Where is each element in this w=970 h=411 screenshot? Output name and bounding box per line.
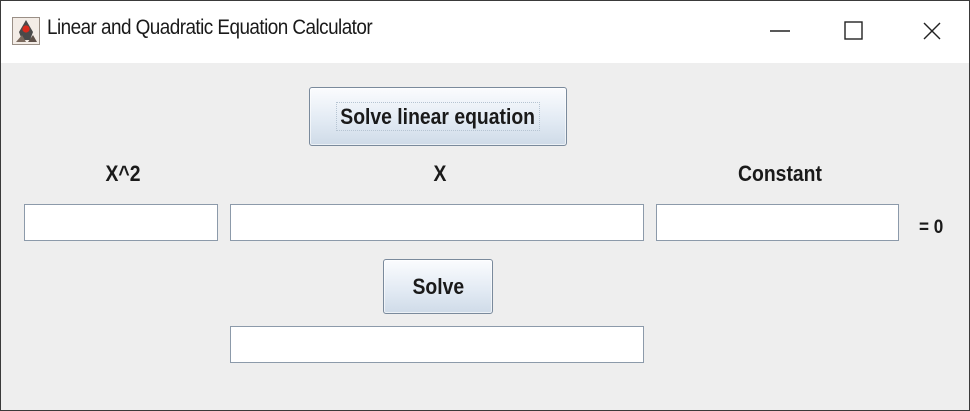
constant-input[interactable] — [656, 204, 899, 241]
x-coefficient-input[interactable] — [230, 204, 644, 241]
calculator-window: Linear and Quadratic Equation Calculator… — [0, 0, 970, 411]
solve-linear-equation-button[interactable]: Solve linear equation — [309, 87, 567, 146]
minimize-button[interactable] — [758, 13, 802, 49]
content-panel: Solve linear equation X^2 X Constant = 0… — [1, 63, 969, 410]
equals-zero-label: = 0 — [919, 217, 944, 238]
constant-label: Constant — [738, 161, 822, 186]
java-duke-icon — [12, 17, 40, 45]
maximize-icon — [844, 21, 863, 40]
maximize-button[interactable] — [832, 13, 876, 49]
x-label: X — [433, 161, 447, 186]
solve-label: Solve — [412, 273, 464, 299]
window-title: Linear and Quadratic Equation Calculator — [47, 16, 373, 39]
x-squared-label: X^2 — [105, 161, 141, 186]
solve-button[interactable]: Solve — [383, 259, 493, 314]
x-squared-coefficient-input[interactable] — [24, 204, 218, 241]
title-bar[interactable]: Linear and Quadratic Equation Calculator — [1, 1, 969, 63]
result-field[interactable] — [230, 326, 644, 363]
close-button[interactable] — [910, 13, 954, 49]
solve-linear-equation-label: Solve linear equation — [340, 103, 536, 129]
minimize-icon — [770, 30, 790, 32]
close-icon — [923, 22, 941, 40]
